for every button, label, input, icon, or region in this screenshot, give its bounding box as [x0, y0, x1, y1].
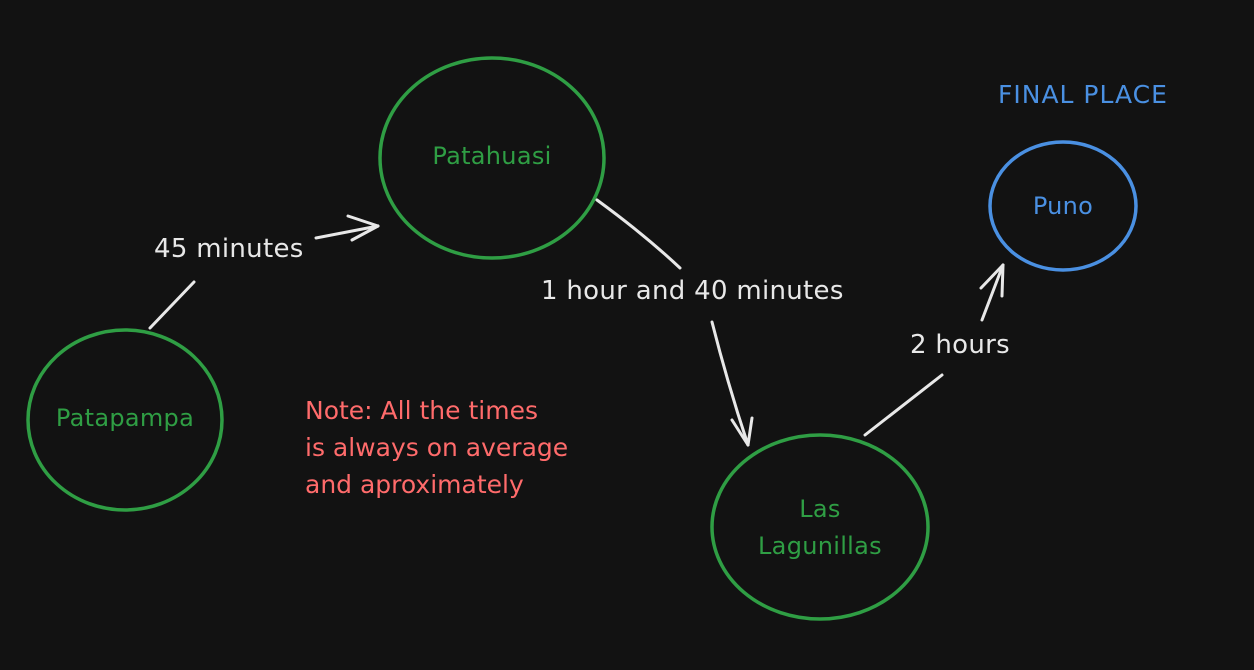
- node-patahuasi-label: Patahuasi: [432, 142, 552, 170]
- node-las-lagunillas-line1: Las: [799, 495, 841, 523]
- node-las-lagunillas-label: Las Lagunillas: [720, 491, 920, 565]
- edge-patahuasi-lagunillas[interactable]: [595, 198, 754, 447]
- note-line-2: is always on average: [305, 433, 569, 462]
- edge-label-2-hours: 2 hours: [906, 330, 1015, 360]
- edge-label-45-minutes: 45 minutes: [150, 234, 308, 264]
- note-line-3: and aproximately: [305, 470, 524, 499]
- edge-label-1-hour-40-minutes: 1 hour and 40 minutes: [537, 276, 848, 306]
- node-las-lagunillas-line2: Lagunillas: [758, 532, 882, 560]
- node-patapampa-label: Patapampa: [55, 404, 195, 432]
- node-puno-label: Puno: [1032, 192, 1094, 220]
- note-text: Note: All the times is always on average…: [305, 392, 568, 503]
- diagram-canvas: Patapampa Patahuasi Las Lagunillas Puno …: [0, 0, 1254, 670]
- edge-patapampa-patahuasi[interactable]: [148, 214, 380, 330]
- arrowhead-lagunillas-b: [746, 416, 754, 447]
- note-line-1: Note: All the times: [305, 396, 538, 425]
- final-place-label: FINAL PLACE: [998, 80, 1168, 109]
- arrowhead-puno-b: [1000, 263, 1005, 298]
- arrowhead-patahuasi: [346, 214, 380, 228]
